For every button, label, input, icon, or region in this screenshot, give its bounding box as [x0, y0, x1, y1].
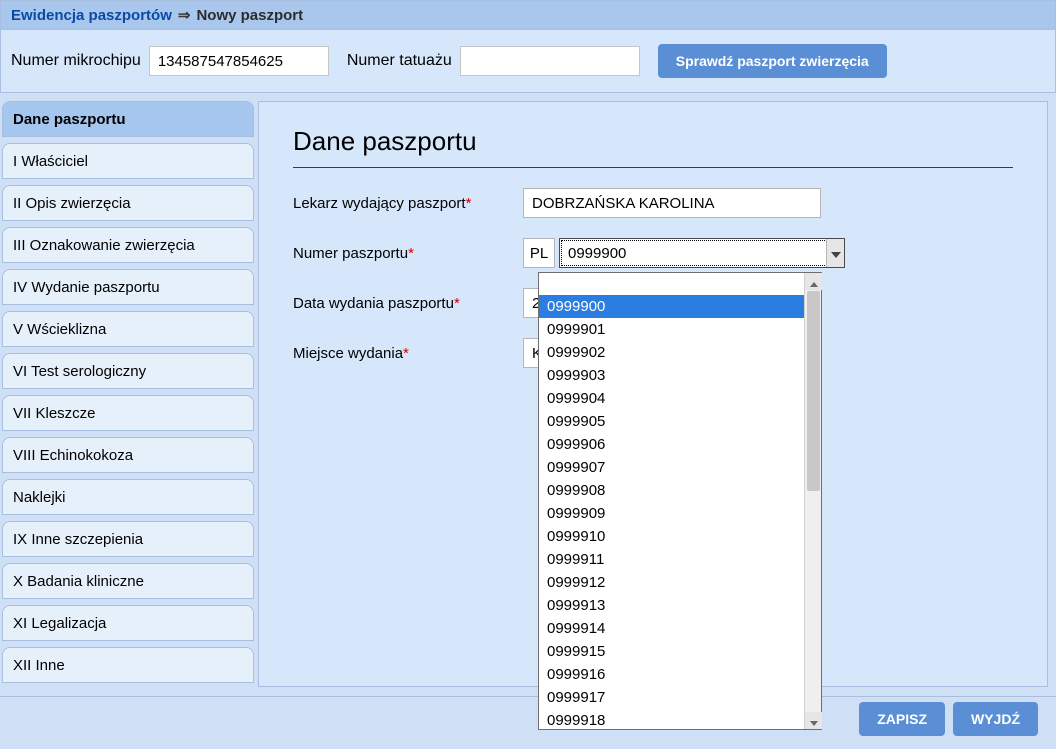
- vet-label: Lekarz wydający paszport: [293, 195, 466, 212]
- dropdown-option[interactable]: 0999912: [539, 571, 804, 594]
- dropdown-option[interactable]: 0999917: [539, 686, 804, 709]
- date-label: Data wydania paszportu: [293, 295, 454, 312]
- sidebar-item[interactable]: III Oznakowanie zwierzęcia: [2, 227, 254, 263]
- sidebar: Dane paszportu I Właściciel II Opis zwierz…: [0, 93, 258, 749]
- sidebar-item[interactable]: V Wścieklizna: [2, 311, 254, 347]
- dropdown-option[interactable]: 0999901: [539, 318, 804, 341]
- vet-input[interactable]: [523, 188, 821, 218]
- dropdown-option[interactable]: 0999908: [539, 479, 804, 502]
- breadcrumb-current: Nowy paszport: [196, 7, 303, 24]
- sidebar-item[interactable]: XII Inne: [2, 647, 254, 683]
- dropdown-option[interactable]: 0999915: [539, 640, 804, 663]
- dropdown-option[interactable]: 0999909: [539, 502, 804, 525]
- sidebar-item[interactable]: IV Wydanie paszportu: [2, 269, 254, 305]
- dropdown-option[interactable]: 0999906: [539, 433, 804, 456]
- chevron-down-icon: [831, 245, 841, 261]
- dropdown-option[interactable]: 0999903: [539, 364, 804, 387]
- dropdown-option[interactable]: 0999911: [539, 548, 804, 571]
- sidebar-item[interactable]: VII Kleszcze: [2, 395, 254, 431]
- sidebar-item[interactable]: I Właściciel: [2, 143, 254, 179]
- dropdown-option[interactable]: 0999913: [539, 594, 804, 617]
- chevron-up-icon: [810, 274, 818, 290]
- sidebar-item[interactable]: X Badania kliniczne: [2, 563, 254, 599]
- panel-title: Dane paszportu: [293, 126, 1013, 168]
- number-label: Numer paszportu: [293, 245, 408, 262]
- dropdown-option[interactable]: 0999900: [539, 295, 804, 318]
- dropdown-option[interactable]: 0999905: [539, 410, 804, 433]
- dropdown-scrollbar[interactable]: [804, 273, 821, 729]
- microchip-input[interactable]: [149, 46, 329, 76]
- sidebar-item[interactable]: VIII Echinokokoza: [2, 437, 254, 473]
- breadcrumb-root-link[interactable]: Ewidencja paszportów: [11, 7, 172, 24]
- dropdown-option[interactable]: 0999910: [539, 525, 804, 548]
- breadcrumb: Ewidencja paszportów ⇒ Nowy paszport: [0, 0, 1056, 30]
- required-marker: *: [403, 345, 409, 362]
- passport-number-combobox[interactable]: [559, 238, 845, 268]
- scroll-thumb[interactable]: [807, 291, 820, 491]
- sidebar-item[interactable]: II Opis zwierzęcia: [2, 185, 254, 221]
- dropdown-option[interactable]: 0999916: [539, 663, 804, 686]
- dropdown-option[interactable]: 0999918: [539, 709, 804, 729]
- microchip-label: Numer mikrochipu: [11, 52, 141, 70]
- sidebar-item[interactable]: XI Legalizacja: [2, 605, 254, 641]
- exit-button[interactable]: WYJDŹ: [953, 702, 1038, 736]
- tattoo-label: Numer tatuażu: [347, 52, 452, 70]
- dropdown-option[interactable]: 0999904: [539, 387, 804, 410]
- required-marker: *: [466, 195, 472, 212]
- breadcrumb-sep: ⇒: [178, 6, 191, 24]
- tattoo-input[interactable]: [460, 46, 640, 76]
- passport-number-dropdown-list: 0999900099990109999020999903099990409999…: [538, 272, 822, 730]
- scroll-up-button[interactable]: [805, 273, 822, 290]
- dropdown-option[interactable]: 0999907: [539, 456, 804, 479]
- search-bar: Numer mikrochipu Numer tatuażu Sprawdź p…: [0, 30, 1056, 93]
- check-passport-button[interactable]: Sprawdź paszport zwierzęcia: [658, 44, 887, 78]
- sidebar-item[interactable]: Dane paszportu: [2, 101, 254, 137]
- sidebar-item[interactable]: Naklejki: [2, 479, 254, 515]
- scroll-down-button[interactable]: [805, 712, 822, 729]
- dropdown-option[interactable]: 0999902: [539, 341, 804, 364]
- footer: ZAPISZ WYJDŹ: [0, 696, 1056, 740]
- dropdown-option[interactable]: 0999914: [539, 617, 804, 640]
- save-button[interactable]: ZAPISZ: [859, 702, 945, 736]
- place-label: Miejsce wydania: [293, 345, 403, 362]
- passport-prefix: PL: [523, 238, 555, 268]
- sidebar-item[interactable]: VI Test serologiczny: [2, 353, 254, 389]
- required-marker: *: [454, 295, 460, 312]
- sidebar-item[interactable]: IX Inne szczepienia: [2, 521, 254, 557]
- chevron-down-icon: [810, 713, 818, 729]
- passport-number-dropdown-button[interactable]: [826, 239, 844, 267]
- required-marker: *: [408, 245, 414, 262]
